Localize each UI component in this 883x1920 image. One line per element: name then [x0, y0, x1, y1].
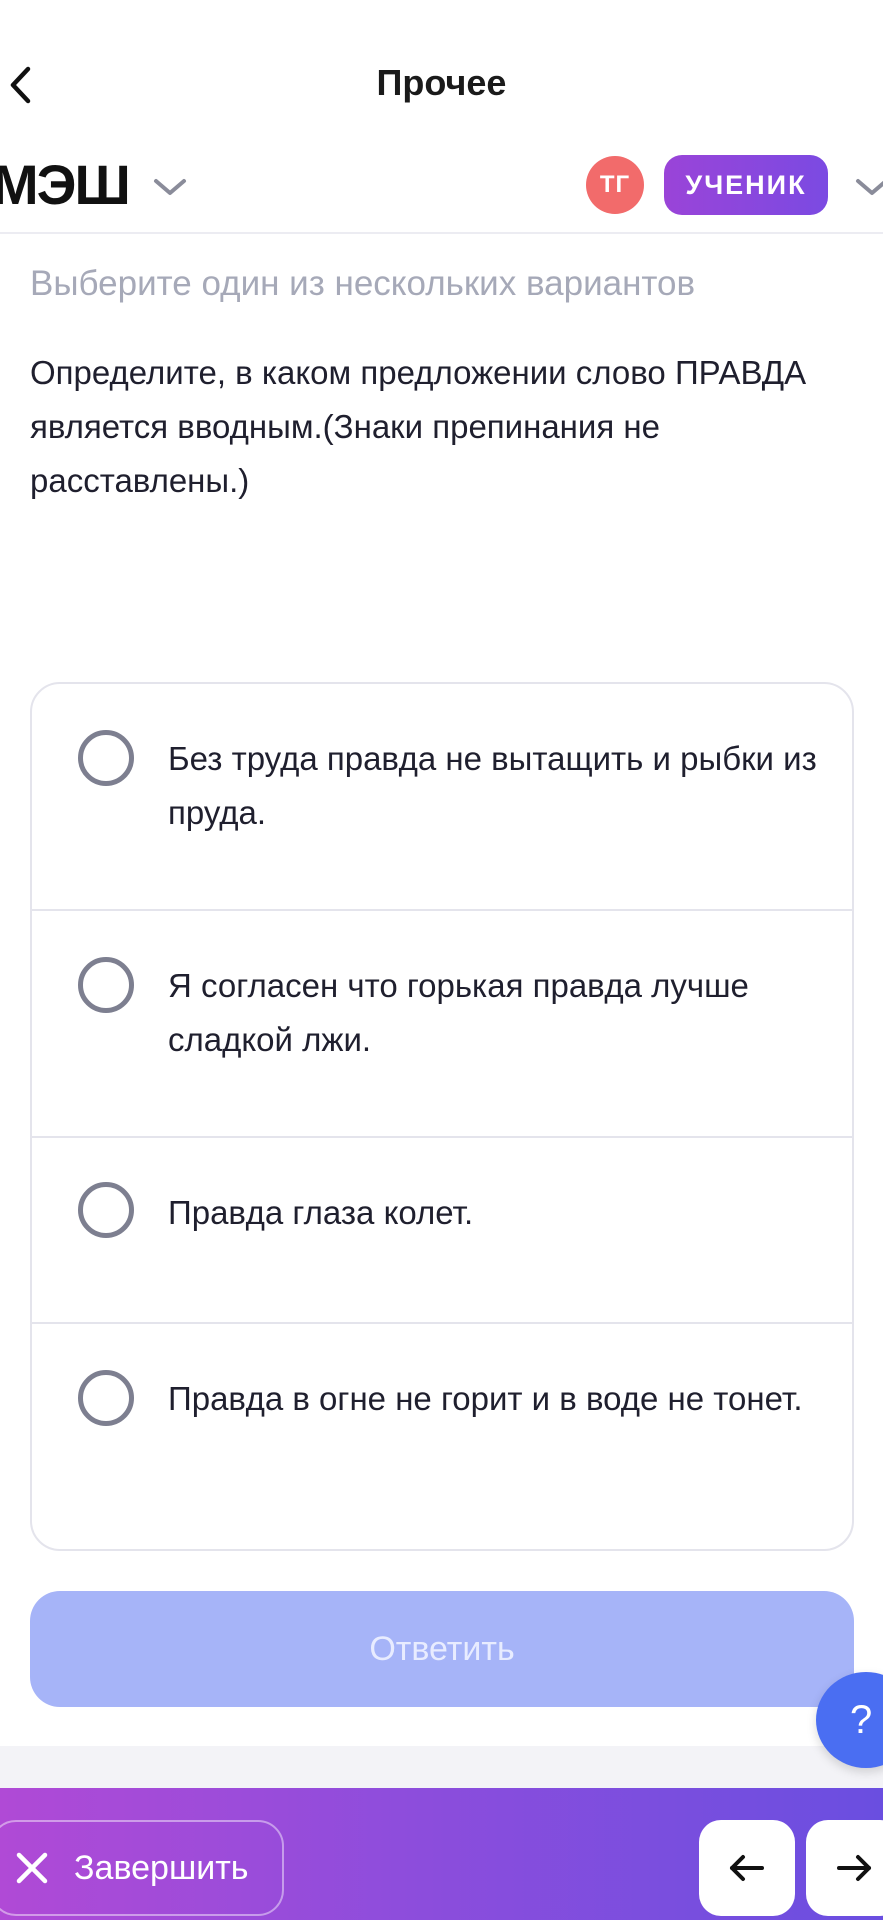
answer-option-2[interactable]: Я согласен что горькая правда лучше слад…: [32, 911, 852, 1138]
radio-button[interactable]: [78, 957, 134, 1013]
navigation-bar: Прочее: [0, 0, 883, 140]
previous-question-button[interactable]: [699, 1820, 795, 1916]
bottom-toolbar: Завершить: [0, 1788, 883, 1920]
task-card: Выберите один из нескольких вариантов Оп…: [0, 234, 883, 1746]
role-menu-toggle[interactable]: [852, 170, 883, 204]
next-question-button[interactable]: [806, 1820, 883, 1916]
role-badge[interactable]: УЧЕНИК: [664, 155, 828, 215]
content-footer-spacer: [0, 1746, 883, 1788]
finish-button[interactable]: Завершить: [0, 1820, 284, 1916]
answer-option-4[interactable]: Правда в огне не горит и в воде не тонет…: [32, 1324, 852, 1549]
arrow-right-icon: [837, 1855, 871, 1881]
answer-button[interactable]: Ответить: [30, 1591, 854, 1707]
answer-options: Без труда правда не вытащить и рыбки из …: [30, 682, 854, 1551]
chevron-down-icon: [154, 179, 186, 195]
answer-option-1[interactable]: Без труда правда не вытащить и рыбки из …: [32, 684, 852, 911]
radio-button[interactable]: [78, 730, 134, 786]
task-hint: Выберите один из нескольких вариантов: [30, 264, 696, 303]
option-label: Правда в огне не горит и в воде не тонет…: [168, 1380, 803, 1417]
arrow-left-icon: [730, 1855, 764, 1881]
avatar[interactable]: ТГ: [586, 156, 644, 214]
app-menu-toggle[interactable]: [150, 170, 190, 204]
app-logo[interactable]: МЭШ: [0, 152, 131, 217]
option-label: Без труда правда не вытащить и рыбки из …: [168, 740, 817, 831]
page-title: Прочее: [376, 62, 507, 103]
close-icon: [10, 1846, 54, 1890]
radio-button[interactable]: [78, 1182, 134, 1238]
option-label: Правда глаза колет.: [168, 1194, 474, 1231]
radio-button[interactable]: [78, 1370, 134, 1426]
finish-label: Завершить: [74, 1848, 249, 1887]
chevron-down-icon: [856, 179, 883, 195]
app-header: МЭШ ТГ УЧЕНИК: [0, 140, 883, 234]
option-label: Я согласен что горькая правда лучше слад…: [168, 967, 749, 1058]
screen: Прочее МЭШ ТГ УЧЕНИК Выберите один из не…: [0, 0, 883, 1920]
question-text: Определите, в каком предложении слово ПР…: [30, 354, 807, 499]
answer-option-3[interactable]: Правда глаза колет.: [32, 1138, 852, 1324]
